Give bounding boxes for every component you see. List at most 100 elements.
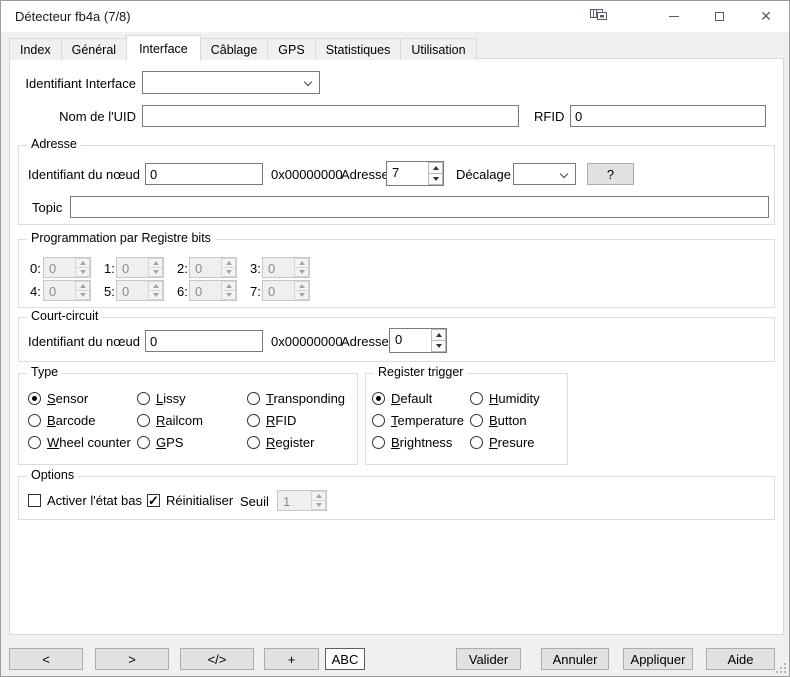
spin-up-button: [75, 258, 90, 268]
aide-button[interactable]: Aide: [706, 648, 775, 670]
radio-railcom[interactable]: Railcom: [137, 412, 203, 428]
bit-3-value: 0: [263, 258, 294, 277]
arrow-down-icon: [80, 293, 86, 297]
radio-label: RFID: [266, 413, 296, 428]
tab-statistiques[interactable]: Statistiques: [315, 38, 402, 60]
tab-index[interactable]: Index: [9, 38, 62, 60]
spin-down-button[interactable]: [428, 174, 443, 185]
next-button[interactable]: >: [95, 648, 169, 670]
radio-brightness[interactable]: Brightness: [372, 434, 452, 450]
tab-gps[interactable]: GPS: [267, 38, 315, 60]
type-group-title: Type: [27, 365, 62, 379]
spin-up-button: [148, 281, 163, 291]
bit-2-spinner: 0: [189, 257, 237, 278]
bit-4-label: 4:: [30, 284, 41, 299]
spin-up-button: [311, 491, 326, 501]
arrow-up-icon: [153, 261, 159, 265]
bit-2-value: 0: [190, 258, 221, 277]
dialog-window: Détecteur fb4a (7/8) ✕ Index Généra: [0, 0, 790, 677]
radio-register[interactable]: Register: [247, 434, 314, 450]
decalage-combobox[interactable]: [513, 163, 576, 185]
radio-humidity[interactable]: Humidity: [470, 390, 540, 406]
help-question-button[interactable]: ?: [587, 163, 634, 185]
tab-interface[interactable]: Interface: [126, 35, 201, 61]
code-button[interactable]: </>: [180, 648, 254, 670]
tab-utilisation[interactable]: Utilisation: [400, 38, 476, 60]
minimize-icon: [669, 16, 679, 17]
arrow-down-icon: [299, 270, 305, 274]
radio-barcode[interactable]: Barcode: [28, 412, 95, 428]
radio-default[interactable]: Default: [372, 390, 432, 406]
spin-down-button: [75, 291, 90, 300]
close-button[interactable]: ✕: [754, 6, 778, 26]
radio-transponding[interactable]: Transponding: [247, 390, 345, 406]
radio-gps[interactable]: GPS: [137, 434, 183, 450]
options-group-title: Options: [27, 468, 78, 482]
spin-up-button[interactable]: [428, 162, 443, 174]
options-group: Options Activer l'état bas Réinitialiser…: [18, 476, 775, 520]
arrow-down-icon: [316, 503, 322, 507]
add-button[interactable]: +: [264, 648, 319, 670]
title-bar[interactable]: Détecteur fb4a (7/8) ✕: [1, 1, 789, 32]
abc-button[interactable]: ABC: [325, 648, 365, 670]
radio-label: GPS: [156, 435, 183, 450]
bit-7-value: 0: [263, 281, 294, 300]
tab-general[interactable]: Général: [61, 38, 127, 60]
radio-presure[interactable]: Presure: [470, 434, 535, 450]
arrow-up-icon: [226, 284, 232, 288]
prev-button[interactable]: <: [9, 648, 83, 670]
radio-dot: [470, 436, 483, 449]
interface-id-combobox[interactable]: [142, 71, 320, 94]
arrow-up-icon: [433, 166, 439, 170]
appliquer-button[interactable]: Appliquer: [623, 648, 693, 670]
radio-lissy[interactable]: Lissy: [137, 390, 186, 406]
radio-rfid[interactable]: RFID: [247, 412, 296, 428]
arrow-up-icon: [299, 261, 305, 265]
radio-wheel-counter[interactable]: Wheel counter: [28, 434, 131, 450]
bottom-button-bar: < > </> + ABC Valider Annuler Appliquer …: [1, 633, 789, 676]
radio-dot: [28, 436, 41, 449]
tab-bar: Index Général Interface Câblage GPS Stat…: [9, 35, 476, 60]
radio-temperature[interactable]: Temperature: [372, 412, 464, 428]
cc-node-id-label: Identifiant du nœud: [28, 334, 140, 349]
spin-down-button: [294, 268, 309, 277]
radio-label: Lissy: [156, 391, 186, 406]
tab-cablage[interactable]: Câblage: [200, 38, 269, 60]
uid-name-input[interactable]: [142, 105, 519, 127]
maximize-button[interactable]: [707, 6, 731, 26]
spin-up-button[interactable]: [431, 329, 446, 341]
arrow-down-icon: [153, 270, 159, 274]
spin-down-button[interactable]: [431, 341, 446, 352]
node-id-input[interactable]: [145, 163, 263, 185]
resize-grip[interactable]: [774, 661, 786, 673]
cc-node-id-hex: 0x00000000: [271, 334, 343, 349]
bit-7-spinner: 0: [262, 280, 310, 301]
node-id-hex: 0x00000000: [271, 167, 343, 182]
radio-label: Wheel counter: [47, 435, 131, 450]
bit-3-spinner: 0: [262, 257, 310, 278]
annuler-button[interactable]: Annuler: [541, 648, 609, 670]
checkbox-activer-etat-bas[interactable]: Activer l'état bas: [28, 492, 142, 508]
arrow-up-icon: [80, 284, 86, 288]
topic-input[interactable]: [70, 196, 769, 218]
arrow-down-icon: [433, 177, 439, 181]
minimize-button[interactable]: [662, 6, 686, 26]
checkbox-reinitialiser[interactable]: Réinitialiser: [147, 492, 233, 508]
register-bits-group-title: Programmation par Registre bits: [27, 231, 215, 245]
adresse-group: Adresse Identifiant du nœud 0x00000000 A…: [18, 145, 775, 225]
cc-adresse-value: 0: [390, 329, 431, 352]
rfid-input[interactable]: [570, 105, 766, 127]
spin-down-button: [148, 268, 163, 277]
adresse-spinner[interactable]: 7: [386, 161, 444, 186]
bit-6-label: 6:: [177, 284, 188, 299]
radio-button[interactable]: Button: [470, 412, 527, 428]
cc-node-id-input[interactable]: [145, 330, 263, 352]
radio-dot: [372, 414, 385, 427]
dock-window-button[interactable]: [587, 6, 611, 26]
spin-down-button: [221, 268, 236, 277]
radio-sensor[interactable]: Sensor: [28, 390, 88, 406]
cc-adresse-spinner[interactable]: 0: [389, 328, 447, 353]
bit-5-label: 5:: [104, 284, 115, 299]
valider-button[interactable]: Valider: [456, 648, 521, 670]
radio-label: Humidity: [489, 391, 540, 406]
